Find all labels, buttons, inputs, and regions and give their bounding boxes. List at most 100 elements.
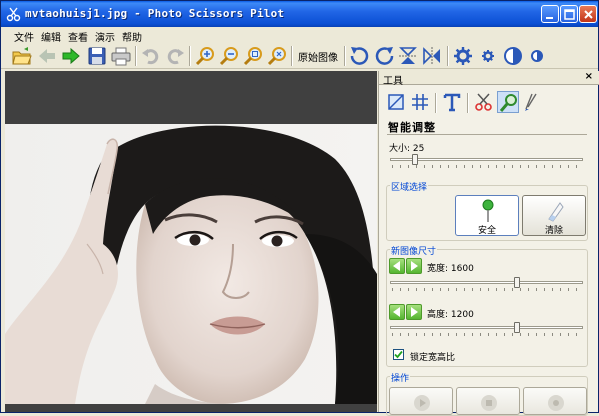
- scissors-icon: [475, 93, 492, 111]
- slider-track: [390, 158, 583, 161]
- tool-magnifier[interactable]: [497, 91, 519, 113]
- redo-icon: [167, 49, 184, 65]
- slider-thumb[interactable]: [514, 322, 520, 333]
- width-decrease-button[interactable]: [389, 258, 405, 274]
- print-button[interactable]: [110, 45, 132, 67]
- menu-edit[interactable]: 编辑: [41, 29, 61, 44]
- toolbar-separator: [447, 46, 449, 66]
- zoom-out-button[interactable]: [218, 45, 240, 67]
- forward-button[interactable]: [60, 45, 82, 67]
- pushpin-icon: [482, 199, 494, 222]
- zoom-actual-button[interactable]: [266, 45, 288, 67]
- toolbar-separator: [344, 46, 346, 66]
- close-button[interactable]: [579, 5, 597, 23]
- slider-thumb[interactable]: [514, 277, 520, 288]
- panel-header: 工具 ×: [379, 71, 599, 87]
- width-label: 宽度: 1600: [427, 264, 474, 274]
- print-icon: [111, 47, 131, 66]
- toolbar-separator: [291, 46, 293, 66]
- app-window: mvtaohuisj1.jpg - Photo Scissors Pilot 文…: [0, 0, 599, 416]
- slider-thumb[interactable]: [412, 154, 418, 165]
- tool-scissors[interactable]: [473, 91, 495, 113]
- arrow-right-icon: [411, 307, 418, 317]
- contrast-small-button[interactable]: [526, 45, 548, 67]
- zoom-in-button[interactable]: [194, 45, 216, 67]
- contrast-icon: [504, 47, 522, 65]
- toolbar-separator: [189, 46, 191, 66]
- title-bar[interactable]: mvtaohuisj1.jpg - Photo Scissors Pilot: [1, 1, 598, 27]
- undo-icon: [142, 49, 159, 65]
- tool-grid[interactable]: [409, 91, 431, 113]
- forward-arrow-icon: [62, 47, 80, 65]
- tool-text[interactable]: [441, 91, 463, 113]
- back-button[interactable]: [36, 45, 58, 67]
- menu-bar: 文件 编辑 查看 演示 帮助: [1, 27, 598, 44]
- gear-small-icon: [482, 50, 494, 62]
- close-icon: [584, 10, 593, 19]
- undo-button[interactable]: [140, 45, 162, 67]
- contrast-button[interactable]: [502, 45, 524, 67]
- safe-button[interactable]: 安全: [455, 195, 519, 236]
- height-label: 高度: 1200: [427, 310, 474, 320]
- redo-button[interactable]: [164, 45, 186, 67]
- arrow-left-icon: [393, 261, 400, 271]
- tool-crop[interactable]: [385, 91, 407, 113]
- flip-vertical-button[interactable]: [397, 45, 419, 67]
- panel-separator: [435, 93, 437, 113]
- panel-separator: [467, 93, 469, 113]
- maximize-icon: [564, 9, 575, 20]
- menu-help[interactable]: 帮助: [122, 29, 142, 44]
- minimize-button[interactable]: [541, 5, 559, 23]
- panel-close-icon[interactable]: ×: [585, 71, 593, 82]
- clear-button[interactable]: 清除: [522, 195, 586, 236]
- open-icon: [12, 47, 32, 65]
- save-icon: [88, 47, 106, 65]
- tools-panel: 工具 × 智能调整 大小: 25 区域选择 安全 清除 新图像尺寸 宽度: 16…: [378, 71, 599, 416]
- rotate-left-button[interactable]: [349, 45, 371, 67]
- width-slider[interactable]: [390, 277, 583, 291]
- lock-ratio-checkbox[interactable]: [393, 349, 404, 360]
- play-icon: [414, 395, 430, 411]
- lock-ratio-label: 锁定宽高比: [410, 353, 456, 363]
- rotate-right-button[interactable]: [373, 45, 395, 67]
- image-canvas[interactable]: [5, 71, 377, 412]
- canvas-bottom-strip: [5, 404, 377, 412]
- height-decrease-button[interactable]: [389, 304, 405, 320]
- size-label: 大小: 25: [389, 144, 425, 154]
- menu-demo[interactable]: 演示: [95, 29, 115, 44]
- safe-button-label: 安全: [477, 226, 496, 236]
- operation-start-button[interactable]: [389, 387, 453, 415]
- rotate-right-icon: [375, 47, 394, 65]
- crop-icon: [388, 94, 404, 110]
- maximize-button[interactable]: [560, 5, 578, 23]
- height-increase-button[interactable]: [406, 304, 422, 320]
- menu-file[interactable]: 文件: [14, 29, 34, 44]
- tool-brush[interactable]: [521, 91, 543, 113]
- original-image-button[interactable]: 原始图像: [298, 49, 338, 64]
- window-title: mvtaohuisj1.jpg - Photo Scissors Pilot: [25, 7, 285, 20]
- photo-portrait: [5, 124, 377, 404]
- slider-ticks: [392, 333, 581, 336]
- zoom-fit-button[interactable]: [242, 45, 264, 67]
- scissors-app-icon: [6, 7, 21, 22]
- operation-options-button[interactable]: [523, 387, 587, 415]
- grid-icon: [412, 94, 428, 110]
- gear-small-button[interactable]: [477, 45, 499, 67]
- height-slider[interactable]: [390, 322, 583, 336]
- contrast-small-icon: [531, 50, 543, 62]
- width-increase-button[interactable]: [406, 258, 422, 274]
- toolbar-separator: [135, 46, 137, 66]
- brush-icon: [525, 93, 537, 111]
- operations-label: 操作: [390, 371, 411, 384]
- options-icon: [548, 395, 564, 411]
- operation-stop-button[interactable]: [456, 387, 520, 415]
- minimize-icon: [546, 17, 553, 19]
- menu-view[interactable]: 查看: [68, 29, 88, 44]
- checkmark-icon: [394, 350, 403, 359]
- save-button[interactable]: [86, 45, 108, 67]
- rotate-left-icon: [350, 47, 369, 65]
- settings-button[interactable]: [452, 45, 474, 67]
- flip-horizontal-button[interactable]: [421, 45, 443, 67]
- size-slider[interactable]: [390, 154, 583, 168]
- open-button[interactable]: [11, 45, 33, 67]
